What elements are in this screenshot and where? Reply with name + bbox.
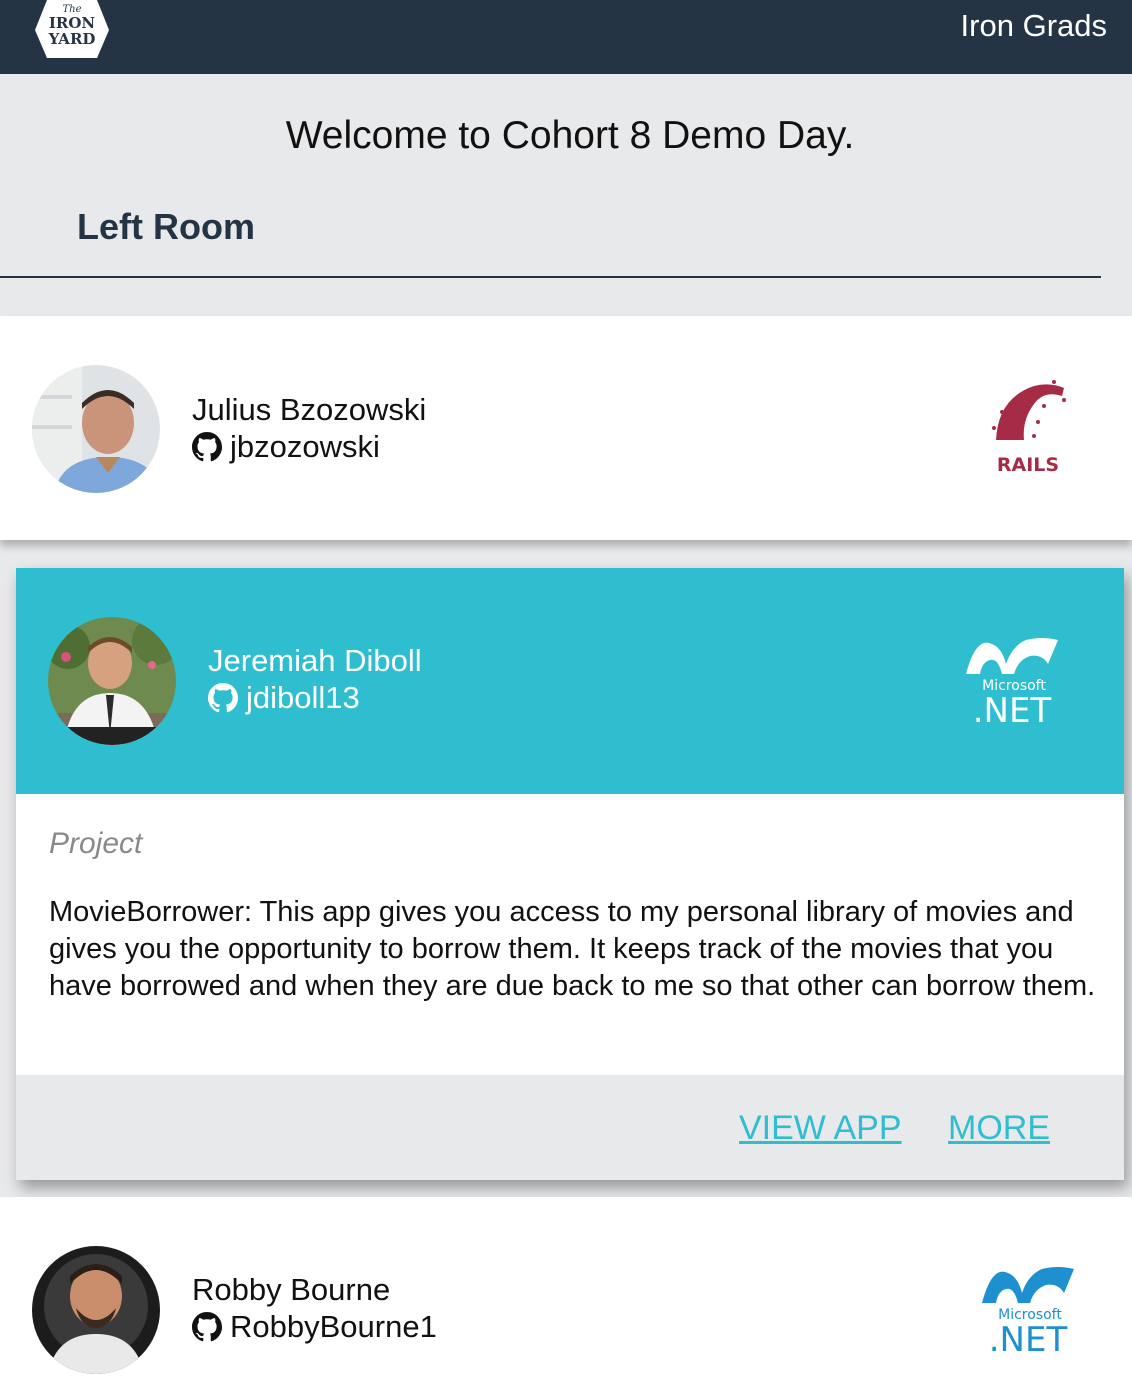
github-link[interactable]: jbzozowski	[192, 429, 380, 465]
avatar	[32, 1246, 160, 1374]
github-icon	[192, 1312, 222, 1342]
avatar	[32, 365, 160, 493]
github-handle: jbzozowski	[230, 429, 380, 464]
graduate-name: Jeremiah Diboll	[208, 643, 422, 678]
github-icon	[192, 432, 222, 462]
card-header[interactable]: Jeremiah Diboll jdiboll13 Microsoft .NET	[16, 568, 1124, 794]
dotnet-label: .NET	[973, 691, 1052, 731]
welcome-heading: Welcome to Cohort 8 Demo Day.	[285, 114, 855, 157]
room-title: Left Room	[77, 206, 255, 247]
site-title[interactable]: Iron Grads	[961, 8, 1107, 44]
graduate-name: Robby Bourne	[192, 1272, 391, 1307]
logo-line-3: YARD	[48, 30, 96, 48]
project-label: Project	[49, 827, 143, 860]
github-handle: jdiboll13	[246, 680, 360, 715]
project-description: MovieBorrower: This app gives you access…	[49, 896, 1096, 1002]
graduate-name: Julius Bzozowski	[192, 392, 427, 427]
rails-logo-icon: RAILS	[992, 380, 1066, 476]
room-divider	[0, 276, 1101, 278]
top-nav-bar: The IRON YARD Iron Grads	[0, 0, 1132, 74]
rails-label: RAILS	[997, 454, 1059, 476]
avatar	[48, 617, 176, 745]
github-handle: RobbyBourne1	[230, 1309, 437, 1344]
github-link[interactable]: jdiboll13	[208, 680, 360, 716]
github-link[interactable]: RobbyBourne1	[192, 1309, 437, 1345]
dotnet-logo-icon: Microsoft .NET	[966, 638, 1058, 731]
view-app-link[interactable]: VIEW APP	[739, 1108, 902, 1148]
graduate-card-expanded[interactable]: Jeremiah Diboll jdiboll13 Microsoft .NET…	[16, 568, 1124, 1180]
graduate-card[interactable]: Robby Bourne RobbyBourne1 Microsoft .NET	[0, 1197, 1132, 1397]
iron-yard-logo[interactable]: The IRON YARD	[33, 0, 111, 60]
dotnet-logo-icon: Microsoft .NET	[982, 1267, 1074, 1360]
more-link[interactable]: MORE	[948, 1108, 1050, 1148]
dotnet-label: .NET	[989, 1320, 1068, 1360]
graduate-card[interactable]: Julius Bzozowski jbzozowski RAILS	[0, 316, 1132, 540]
github-icon	[208, 683, 238, 713]
